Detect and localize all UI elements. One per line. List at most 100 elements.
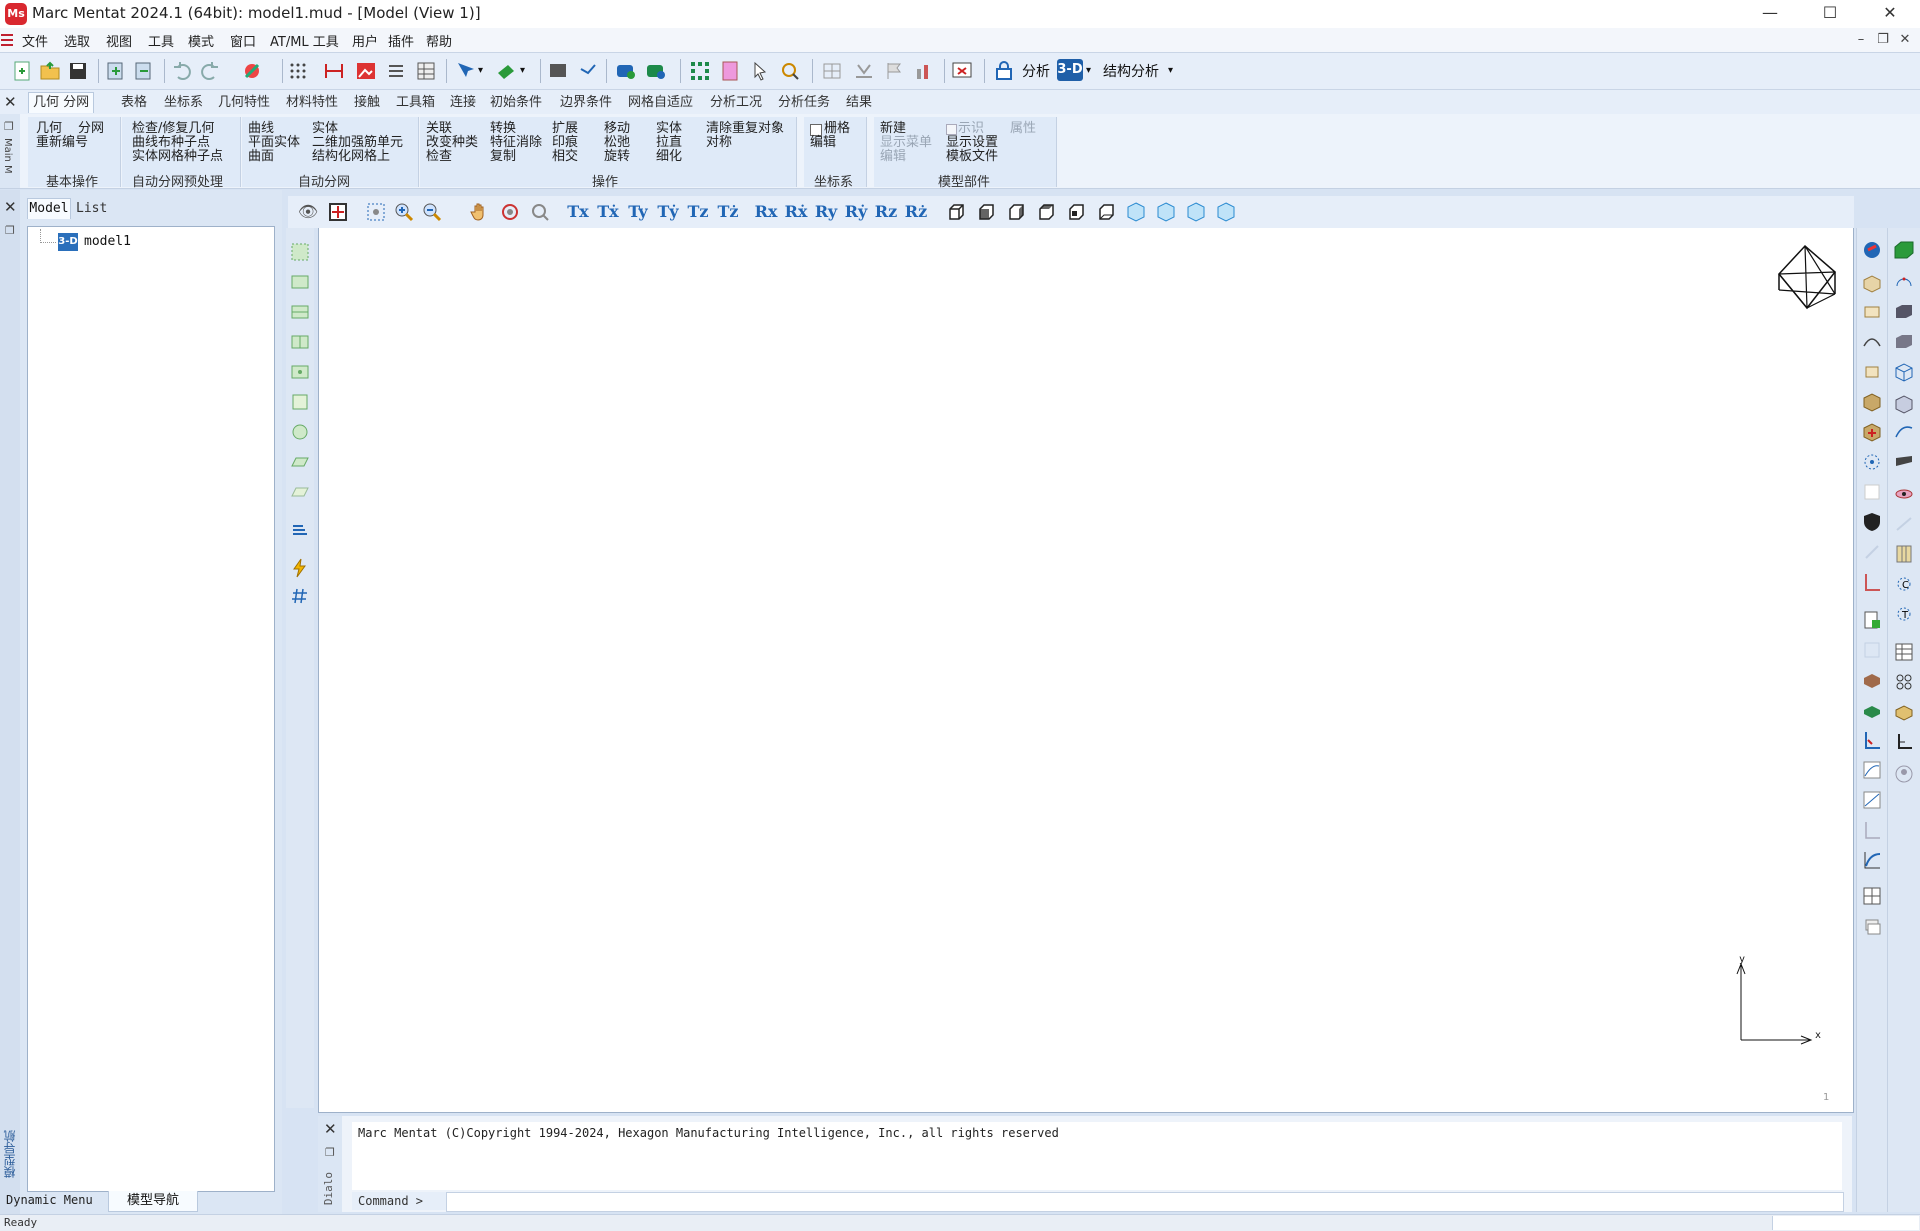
load-file-icon[interactable] bbox=[1860, 608, 1884, 632]
mdi-minimize-button[interactable]: – bbox=[1852, 31, 1870, 49]
monitor-job-icon[interactable] bbox=[950, 59, 974, 83]
ribbon-template-file[interactable]: 模板文件 bbox=[946, 150, 998, 164]
translate-z-button[interactable]: Tz bbox=[686, 200, 710, 224]
ribbon-relax[interactable]: 松弛 bbox=[604, 136, 630, 150]
faint-grid-icon[interactable] bbox=[1860, 638, 1884, 662]
minimize-button[interactable]: — bbox=[1740, 0, 1800, 28]
redo-icon[interactable] bbox=[198, 59, 222, 83]
ribbon-display-settings[interactable]: 显示设置 bbox=[946, 136, 998, 150]
tab-results[interactable]: 结果 bbox=[842, 93, 876, 113]
rotate-y-reverse-button[interactable]: Rẏ bbox=[844, 200, 868, 224]
menu-select[interactable]: 选取 bbox=[64, 31, 90, 50]
translate-z-reverse-button[interactable]: Tż bbox=[716, 200, 740, 224]
inspect-icon[interactable] bbox=[778, 59, 802, 83]
boundary-condition-icon[interactable] bbox=[1860, 728, 1884, 752]
translate-y-reverse-button[interactable]: Tẏ bbox=[656, 200, 680, 224]
rotate-view-icon[interactable] bbox=[498, 200, 522, 224]
pointer-icon[interactable] bbox=[748, 59, 772, 83]
left-panel-restore-button[interactable]: ❐ bbox=[5, 224, 15, 237]
ribbon-planar-solids[interactable]: 平面实体 bbox=[248, 136, 300, 150]
ribbon-geometry[interactable]: 几何 bbox=[36, 122, 62, 136]
table-curve-icon[interactable] bbox=[1860, 758, 1884, 782]
ribbon-defeature[interactable]: 特征消除 bbox=[490, 136, 542, 150]
identify-checkbox[interactable] bbox=[946, 124, 957, 135]
ribbon-sweep-duplicates[interactable]: 清除重复对象 bbox=[706, 122, 784, 136]
menu-plugins[interactable]: 插件 bbox=[388, 31, 414, 50]
select-flat-icon[interactable] bbox=[288, 450, 312, 474]
ribbon-renumber[interactable]: 重新编号 bbox=[36, 136, 88, 150]
menu-view[interactable]: 视图 bbox=[106, 31, 132, 50]
ribbon-on-structured-mesh[interactable]: 结构化网格上 bbox=[312, 150, 390, 164]
tab-initial-conditions[interactable]: 初始条件 bbox=[486, 93, 546, 113]
left-panel-close-button[interactable]: ✕ bbox=[4, 198, 17, 216]
translate-y-button[interactable]: Ty bbox=[626, 200, 650, 224]
select-nodes-icon[interactable] bbox=[288, 270, 312, 294]
ribbon-curve-seed[interactable]: 曲线布种子点 bbox=[132, 136, 210, 150]
ribbon-solids[interactable]: 实体 bbox=[312, 122, 338, 136]
zoom-out-icon[interactable] bbox=[420, 200, 444, 224]
coord-t-icon[interactable]: T bbox=[1892, 602, 1916, 626]
grid-dots-icon[interactable] bbox=[286, 59, 310, 83]
column-layers-icon[interactable] bbox=[1892, 542, 1916, 566]
link-nodes-icon[interactable] bbox=[1892, 670, 1916, 694]
ribbon-solids-op[interactable]: 实体 bbox=[656, 122, 682, 136]
eye-icon[interactable]: 👁 bbox=[296, 200, 320, 224]
rotate-x-button[interactable]: Rx bbox=[754, 200, 778, 224]
view-back-icon[interactable] bbox=[974, 200, 998, 224]
paint-dropdown-arrow[interactable]: ▾ bbox=[520, 65, 525, 76]
solid-fill-icon[interactable] bbox=[546, 59, 570, 83]
picture-icon[interactable] bbox=[354, 59, 378, 83]
xy-axes-icon[interactable] bbox=[1892, 730, 1916, 754]
curve-icon[interactable] bbox=[1860, 330, 1884, 354]
ribbon-expand[interactable]: 扩展 bbox=[552, 122, 578, 136]
menu-file[interactable]: 文件 bbox=[22, 31, 48, 50]
dialog-restore-button[interactable]: ❐ bbox=[325, 1146, 335, 1159]
translate-x-reverse-button[interactable]: Tẋ bbox=[596, 200, 620, 224]
select-circle-icon[interactable] bbox=[288, 420, 312, 444]
lightning-icon[interactable] bbox=[288, 556, 312, 580]
material-block-icon[interactable] bbox=[1892, 700, 1916, 724]
ribbon-new-section[interactable]: 新建 bbox=[880, 122, 906, 136]
plot-toggle-icon[interactable] bbox=[576, 59, 600, 83]
ribbon-attach[interactable]: 关联 bbox=[426, 122, 452, 136]
ribbon-move[interactable]: 移动 bbox=[604, 122, 630, 136]
view-bottom-icon[interactable] bbox=[1094, 200, 1118, 224]
dimension-icon[interactable] bbox=[322, 59, 346, 83]
dimension-dropdown-arrow[interactable]: ▾ bbox=[1086, 65, 1091, 76]
tree-item-model1[interactable]: model1 bbox=[84, 234, 131, 249]
table-icon[interactable] bbox=[414, 59, 438, 83]
tab-mesh-adaptivity[interactable]: 网格自适应 bbox=[624, 93, 697, 113]
menu-mode[interactable]: 模式 bbox=[188, 31, 214, 50]
ribbon-identify[interactable]: 示识 bbox=[958, 122, 984, 136]
calculator-icon[interactable] bbox=[718, 59, 742, 83]
sheet-solid-2-icon[interactable] bbox=[1892, 330, 1916, 354]
ribbon-show-menu[interactable]: 显示菜单 bbox=[880, 136, 932, 150]
mesh-generation-icon[interactable] bbox=[1860, 238, 1884, 262]
select-faces-icon[interactable] bbox=[288, 360, 312, 384]
select-region-icon[interactable] bbox=[288, 390, 312, 414]
arc-icon[interactable] bbox=[1892, 270, 1916, 294]
tab-boundary-conditions[interactable]: 边界条件 bbox=[556, 93, 616, 113]
undo-icon[interactable] bbox=[170, 59, 194, 83]
command-input[interactable] bbox=[446, 1192, 1844, 1212]
list-select-icon[interactable] bbox=[288, 518, 312, 542]
material-icon[interactable] bbox=[1860, 668, 1884, 692]
viewport-layout-icon[interactable] bbox=[1860, 884, 1884, 908]
mdi-close-button[interactable]: ✕ bbox=[1896, 31, 1914, 49]
analysis-class-select[interactable]: 结构分析 bbox=[1103, 61, 1159, 81]
clear-selection-icon[interactable] bbox=[240, 59, 264, 83]
tab-dynamic-menu[interactable]: Dynamic Menu bbox=[6, 1193, 93, 1207]
wire-cube-icon[interactable] bbox=[1892, 360, 1916, 384]
faint-line-icon[interactable] bbox=[1860, 540, 1884, 564]
lock-icon[interactable] bbox=[992, 59, 1016, 83]
view-front-icon[interactable] bbox=[944, 200, 968, 224]
rotate-z-reverse-button[interactable]: Rż bbox=[904, 200, 928, 224]
menu-window[interactable]: 窗口 bbox=[230, 31, 256, 50]
ribbon-solid-seed[interactable]: 实体网格种子点 bbox=[132, 150, 223, 164]
surface-icon[interactable] bbox=[1860, 300, 1884, 324]
solid-icon[interactable] bbox=[1860, 360, 1884, 384]
tab-geometry-mesh[interactable]: 几何 分网 bbox=[28, 92, 95, 113]
menu-tools[interactable]: 工具 bbox=[148, 31, 174, 50]
geometry-box-icon[interactable] bbox=[1860, 270, 1884, 294]
select-box-icon[interactable] bbox=[288, 240, 312, 264]
